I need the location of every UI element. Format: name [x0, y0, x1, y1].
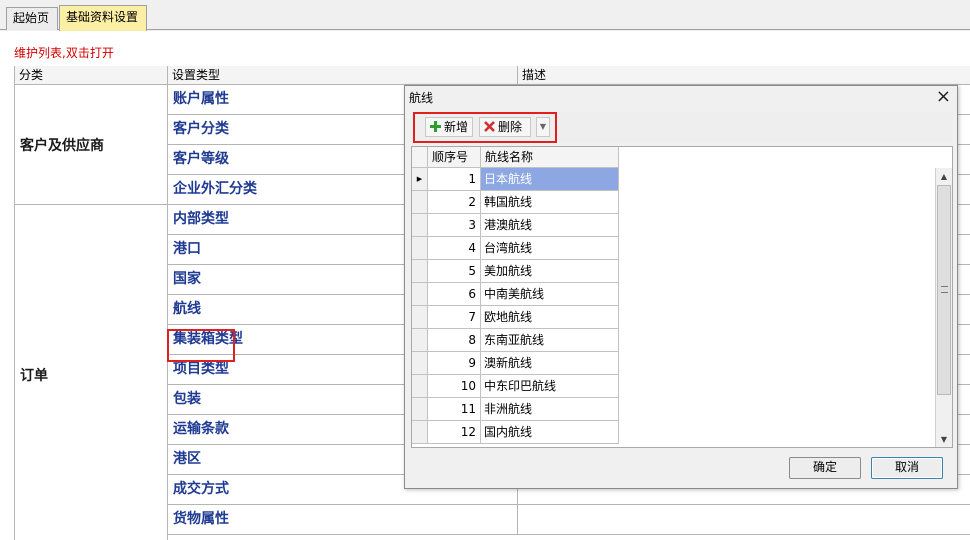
route-name-cell[interactable]: 非洲航线: [481, 398, 619, 421]
tab-start-page[interactable]: 起始页: [6, 7, 58, 30]
route-seq-cell[interactable]: 1: [428, 168, 481, 191]
route-seq-cell[interactable]: 2: [428, 191, 481, 214]
highlight-box-route: [167, 329, 235, 362]
route-row[interactable]: 2 韩国航线: [412, 191, 619, 214]
route-row[interactable]: 5 美加航线: [412, 260, 619, 283]
close-icon[interactable]: ×: [936, 86, 951, 107]
scrollbar-grip: [941, 286, 948, 293]
route-name-cell[interactable]: 港澳航线: [481, 214, 619, 237]
route-seq-cell[interactable]: 3: [428, 214, 481, 237]
route-seq-cell[interactable]: 4: [428, 237, 481, 260]
plus-icon: [430, 121, 441, 132]
route-grid: 顺序号 航线名称 ▶ 1 日本航线 2 韩国航线 3 港澳航线 4 台湾航线 5 美加航线 6 中南美航…: [411, 146, 953, 448]
row-selector[interactable]: [412, 237, 428, 260]
toolbar-dropdown-arrow-icon[interactable]: ▼: [536, 117, 550, 137]
route-seq-cell[interactable]: 11: [428, 398, 481, 421]
route-row[interactable]: 11 非洲航线: [412, 398, 619, 421]
route-row[interactable]: 10 中东印巴航线: [412, 375, 619, 398]
route-name-cell[interactable]: 国内航线: [481, 421, 619, 444]
vertical-scrollbar[interactable]: ▲ ▼: [935, 168, 952, 447]
row-selector-header: [412, 147, 428, 168]
hint-text: 维护列表,双击打开: [14, 46, 114, 60]
dialog-title: 航线: [409, 91, 434, 105]
route-row[interactable]: 6 中南美航线: [412, 283, 619, 306]
row-selector[interactable]: [412, 329, 428, 352]
add-button-label: 新增: [444, 120, 469, 134]
category-cell-customer-supplier[interactable]: 客户及供应商: [15, 85, 168, 205]
row-selector[interactable]: [412, 375, 428, 398]
row-selector[interactable]: [412, 306, 428, 329]
row-selector[interactable]: [412, 260, 428, 283]
row-selector[interactable]: [412, 398, 428, 421]
column-header-setting-type[interactable]: 设置类型: [168, 66, 518, 85]
delete-button[interactable]: 删除: [479, 117, 531, 137]
route-row[interactable]: 3 港澳航线: [412, 214, 619, 237]
cancel-button[interactable]: 取消: [871, 457, 943, 479]
route-row[interactable]: 9 澳新航线: [412, 352, 619, 375]
ok-button[interactable]: 确定: [789, 457, 861, 479]
row-selector[interactable]: [412, 191, 428, 214]
row-selector[interactable]: [412, 352, 428, 375]
route-dialog: 航线 × 新增 删除 ▼ 顺序号 航线名称 ▶ 1 日本航线 2 韩国航线 3 港澳航线 4 台…: [404, 85, 958, 489]
current-row-arrow-icon[interactable]: ▶: [412, 168, 428, 191]
column-header-route-name[interactable]: 航线名称: [481, 147, 619, 168]
route-name-cell[interactable]: 韩国航线: [481, 191, 619, 214]
route-name-cell[interactable]: 澳新航线: [481, 352, 619, 375]
column-header-description[interactable]: 描述: [518, 66, 970, 85]
delete-button-label: 删除: [498, 120, 523, 134]
route-name-cell[interactable]: 美加航线: [481, 260, 619, 283]
description-cell[interactable]: [518, 505, 970, 535]
route-seq-cell[interactable]: 9: [428, 352, 481, 375]
row-selector[interactable]: [412, 421, 428, 444]
route-row[interactable]: ▶ 1 日本航线: [412, 168, 619, 191]
delete-x-icon: [484, 121, 495, 132]
route-row[interactable]: 8 东南亚航线: [412, 329, 619, 352]
dialog-toolbar: 新增 删除 ▼: [411, 112, 953, 143]
column-header-category[interactable]: 分类: [15, 66, 168, 85]
scroll-up-icon[interactable]: ▲: [936, 170, 952, 184]
tab-basic-settings[interactable]: 基础资料设置: [59, 5, 147, 31]
setting-type-cell[interactable]: 货物属性: [168, 505, 518, 535]
route-row[interactable]: 4 台湾航线: [412, 237, 619, 260]
row-selector[interactable]: [412, 214, 428, 237]
scrollbar-thumb[interactable]: [937, 185, 951, 395]
route-row[interactable]: 12 国内航线: [412, 421, 619, 444]
route-seq-cell[interactable]: 7: [428, 306, 481, 329]
category-cell-order[interactable]: 订单: [15, 205, 168, 540]
route-seq-cell[interactable]: 6: [428, 283, 481, 306]
column-header-seq[interactable]: 顺序号: [428, 147, 481, 168]
route-seq-cell[interactable]: 12: [428, 421, 481, 444]
route-name-cell[interactable]: 东南亚航线: [481, 329, 619, 352]
route-seq-cell[interactable]: 5: [428, 260, 481, 283]
add-button[interactable]: 新增: [425, 117, 473, 137]
route-seq-cell[interactable]: 8: [428, 329, 481, 352]
route-name-cell[interactable]: 日本航线: [481, 168, 619, 191]
row-selector[interactable]: [412, 283, 428, 306]
route-name-cell[interactable]: 台湾航线: [481, 237, 619, 260]
scroll-down-icon[interactable]: ▼: [936, 433, 952, 447]
route-name-cell[interactable]: 中南美航线: [481, 283, 619, 306]
route-seq-cell[interactable]: 10: [428, 375, 481, 398]
tab-strip: 起始页 基础资料设置: [0, 0, 970, 31]
route-row[interactable]: 7 欧地航线: [412, 306, 619, 329]
route-name-cell[interactable]: 中东印巴航线: [481, 375, 619, 398]
route-name-cell[interactable]: 欧地航线: [481, 306, 619, 329]
